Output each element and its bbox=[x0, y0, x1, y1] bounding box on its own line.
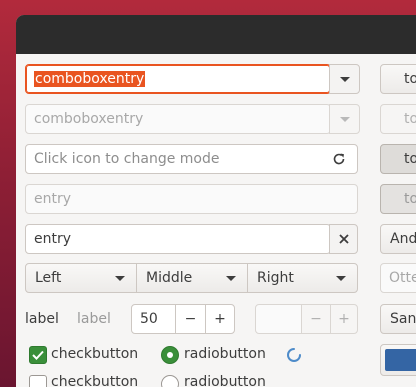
right-button-2-label: to bbox=[404, 111, 416, 127]
checkbutton-unchecked[interactable] bbox=[29, 375, 47, 387]
right-combo[interactable]: And bbox=[380, 224, 416, 254]
window-titlebar bbox=[16, 15, 416, 54]
gtk-window: comboboxentry comboboxentry Click icon t… bbox=[16, 15, 416, 387]
close-icon bbox=[338, 234, 349, 244]
toggle-button-label: to bbox=[404, 151, 416, 167]
combo-left-label: Left bbox=[35, 270, 62, 286]
combo-middle-label: Middle bbox=[146, 270, 193, 286]
text-entry[interactable]: entry bbox=[25, 224, 331, 254]
spin-decrement-disabled: − bbox=[301, 304, 331, 334]
checkbutton-label-2[interactable]: checkbutton bbox=[51, 374, 138, 387]
combobox-dropdown-button-disabled bbox=[329, 104, 360, 134]
text-entry-value: entry bbox=[34, 231, 72, 247]
radiobutton-unselected[interactable] bbox=[161, 375, 179, 387]
combobox-entry-disabled-text: comboboxentry bbox=[34, 111, 144, 127]
spin-decrement-button[interactable]: − bbox=[175, 304, 206, 334]
disabled-entry: entry bbox=[25, 184, 358, 214]
combobox-entry-field[interactable]: comboboxentry bbox=[25, 64, 331, 94]
combobox-dropdown-button[interactable] bbox=[329, 64, 360, 94]
checkbutton-checked[interactable] bbox=[29, 346, 47, 364]
spin-value: 50 bbox=[140, 311, 158, 327]
color-button[interactable] bbox=[380, 344, 416, 376]
plus-icon: + bbox=[338, 311, 350, 327]
refresh-icon[interactable] bbox=[332, 152, 346, 166]
chevron-down-icon bbox=[336, 276, 346, 281]
right-button-3-label: San bbox=[390, 311, 416, 327]
combo-left[interactable]: Left bbox=[25, 263, 137, 293]
check-icon bbox=[32, 350, 44, 360]
spinner-icon bbox=[287, 348, 301, 362]
combo-right-label: Right bbox=[257, 270, 294, 286]
spin-increment-button[interactable]: + bbox=[205, 304, 235, 334]
plus-icon: + bbox=[214, 311, 226, 327]
clear-entry-button[interactable] bbox=[329, 224, 358, 254]
right-button-3[interactable]: San bbox=[380, 304, 416, 334]
combo-middle[interactable]: Middle bbox=[136, 263, 248, 293]
label-text: label bbox=[25, 311, 59, 327]
right-button-1-label: to bbox=[404, 71, 416, 87]
combobox-entry-disabled: comboboxentry bbox=[25, 104, 331, 134]
minus-icon: − bbox=[310, 311, 322, 327]
icon-entry-placeholder: Click icon to change mode bbox=[34, 151, 220, 167]
right-combo-label: And bbox=[390, 231, 416, 247]
toggle-button-disabled-label: to bbox=[404, 191, 416, 207]
disabled-entry-placeholder: entry bbox=[34, 191, 72, 207]
right-entry-disabled: Otte bbox=[380, 263, 416, 293]
chevron-down-icon bbox=[339, 76, 350, 82]
chevron-down-icon bbox=[339, 116, 350, 122]
right-button-2-disabled: to bbox=[380, 104, 416, 134]
toggle-button-disabled: to bbox=[380, 184, 416, 214]
spin-entry[interactable]: 50 bbox=[131, 304, 176, 334]
chevron-down-icon bbox=[226, 276, 236, 281]
right-button-1[interactable]: to bbox=[380, 64, 416, 94]
right-entry-placeholder: Otte bbox=[389, 270, 416, 286]
spin-entry-disabled bbox=[255, 304, 302, 334]
minus-icon: − bbox=[184, 311, 197, 327]
icon-entry[interactable]: Click icon to change mode bbox=[25, 144, 358, 174]
combo-right[interactable]: Right bbox=[247, 263, 358, 293]
combobox-entry-text: comboboxentry bbox=[34, 71, 146, 87]
radiobutton-selected[interactable] bbox=[161, 346, 179, 364]
spin-increment-disabled: + bbox=[330, 304, 358, 334]
radiobutton-label[interactable]: radiobutton bbox=[184, 346, 266, 362]
chevron-down-icon bbox=[115, 276, 125, 281]
checkbutton-label[interactable]: checkbutton bbox=[51, 346, 138, 362]
toggle-button-pressed[interactable]: to bbox=[380, 144, 416, 174]
label-disabled-text: label bbox=[77, 311, 111, 327]
radiobutton-label-2[interactable]: radiobutton bbox=[184, 374, 266, 387]
color-swatch bbox=[385, 349, 416, 371]
